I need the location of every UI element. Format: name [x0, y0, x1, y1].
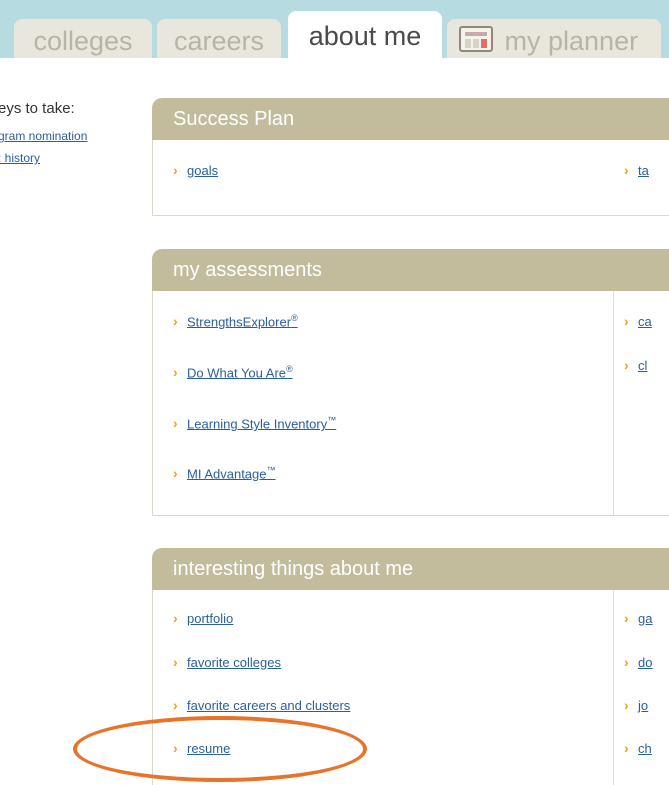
- interesting-right-link-2[interactable]: › do: [624, 654, 652, 670]
- tab-colleges[interactable]: colleges: [14, 19, 152, 58]
- assessment-right-link-2[interactable]: › cl: [624, 357, 647, 373]
- favorite-colleges-label: favorite colleges: [187, 655, 281, 670]
- tab-my-planner[interactable]: my planner: [447, 19, 661, 58]
- success-plan-body: › goals › ta: [152, 140, 669, 216]
- interesting-right-label-2: do: [638, 655, 653, 670]
- surveys-heading: eys to take:: [0, 100, 75, 117]
- assessment-right-label-2: cl: [638, 358, 648, 373]
- tasks-link[interactable]: › ta: [624, 162, 649, 178]
- interesting-things-body: › portfolio › favorite colleges › favorite …: [152, 590, 669, 785]
- mi-advantage-label: MI Advantage: [187, 466, 267, 482]
- success-plan-header: Success Plan: [152, 98, 669, 140]
- do-what-you-are-label: Do What You Are: [187, 365, 287, 381]
- goals-label: goals: [187, 163, 219, 178]
- column-divider: [613, 291, 614, 515]
- chevron-right-icon: ›: [173, 697, 178, 713]
- tab-careers[interactable]: careers: [157, 19, 281, 58]
- favorite-colleges-link[interactable]: › favorite colleges: [173, 654, 281, 670]
- goals-link[interactable]: › goals: [173, 162, 218, 178]
- chevron-right-icon: ›: [624, 654, 629, 670]
- interesting-right-link-3[interactable]: › jo: [624, 697, 648, 713]
- tab-about-me[interactable]: about me: [288, 11, 442, 59]
- portfolio-link[interactable]: › portfolio: [173, 610, 233, 626]
- history-link[interactable]: : history: [0, 151, 40, 165]
- trademark-mark: ™: [266, 465, 276, 475]
- interesting-right-label-4: ch: [638, 741, 652, 756]
- chevron-right-icon: ›: [173, 465, 178, 482]
- tasks-label: ta: [638, 163, 649, 178]
- planner-calendar-icon: [459, 25, 493, 52]
- learning-style-inventory-link[interactable]: › Learning Style Inventory™: [173, 415, 336, 431]
- registered-mark: ®: [291, 313, 298, 323]
- chevron-right-icon: ›: [173, 313, 178, 330]
- my-assessments-body: › StrengthsExplorer® › Do What You Are® › L…: [152, 291, 669, 516]
- interesting-right-link-1[interactable]: › ga: [624, 610, 652, 626]
- strengths-explorer-link[interactable]: › StrengthsExplorer®: [173, 313, 298, 329]
- chevron-right-icon: ›: [624, 740, 629, 756]
- strengths-explorer-label: StrengthsExplorer: [187, 314, 292, 330]
- do-what-you-are-link[interactable]: › Do What You Are®: [173, 364, 293, 380]
- success-plan-section: Success Plan › goals › ta: [152, 98, 669, 216]
- portfolio-label: portfolio: [187, 611, 234, 626]
- interesting-right-label-3: jo: [638, 698, 649, 713]
- chevron-right-icon: ›: [173, 364, 178, 381]
- program-nomination-link[interactable]: gram nomination: [0, 129, 87, 143]
- column-divider: [613, 590, 614, 785]
- chevron-right-icon: ›: [173, 654, 178, 670]
- my-assessments-header: my assessments: [152, 249, 669, 291]
- tab-colleges-label: colleges: [33, 25, 133, 56]
- tab-about-me-label: about me: [308, 20, 422, 51]
- resume-link[interactable]: › resume: [173, 740, 230, 756]
- interesting-things-section: interesting things about me › portfolio ›…: [152, 548, 669, 785]
- chevron-right-icon: ›: [173, 415, 178, 432]
- registered-mark: ®: [286, 364, 293, 374]
- tab-bar: colleges careers about me my planner: [0, 0, 669, 59]
- chevron-right-icon: ›: [173, 610, 178, 626]
- chevron-right-icon: ›: [624, 610, 629, 626]
- my-assessments-section: my assessments › StrengthsExplorer® › Do W…: [152, 249, 669, 516]
- tab-my-planner-label: my planner: [504, 25, 639, 56]
- learning-style-inventory-label: Learning Style Inventory: [187, 416, 328, 432]
- chevron-right-icon: ›: [624, 313, 629, 329]
- trademark-mark: ™: [327, 415, 337, 425]
- mi-advantage-link[interactable]: › MI Advantage™: [173, 465, 276, 481]
- tab-careers-label: careers: [173, 25, 265, 56]
- chevron-right-icon: ›: [624, 357, 629, 373]
- chevron-right-icon: ›: [624, 697, 629, 713]
- chevron-right-icon: ›: [173, 740, 178, 756]
- interesting-right-label-1: ga: [638, 611, 653, 626]
- assessment-right-label-1: ca: [638, 314, 652, 329]
- resume-label: resume: [187, 741, 231, 756]
- interesting-things-header: interesting things about me: [152, 548, 669, 590]
- page: colleges careers about me my planner eys…: [0, 0, 669, 785]
- assessment-right-link-1[interactable]: › ca: [624, 313, 652, 329]
- chevron-right-icon: ›: [173, 162, 178, 178]
- favorite-careers-link[interactable]: › favorite careers and clusters: [173, 697, 350, 713]
- interesting-right-link-4[interactable]: › ch: [624, 740, 652, 756]
- favorite-careers-label: favorite careers and clusters: [187, 698, 351, 713]
- chevron-right-icon: ›: [624, 162, 629, 178]
